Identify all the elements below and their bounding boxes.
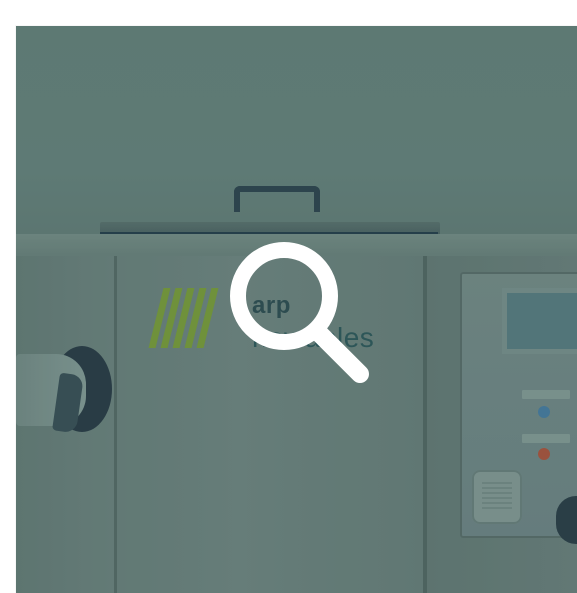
- product-image-thumbnail[interactable]: arp newables: [16, 26, 577, 593]
- magnifier-icon[interactable]: [224, 236, 384, 396]
